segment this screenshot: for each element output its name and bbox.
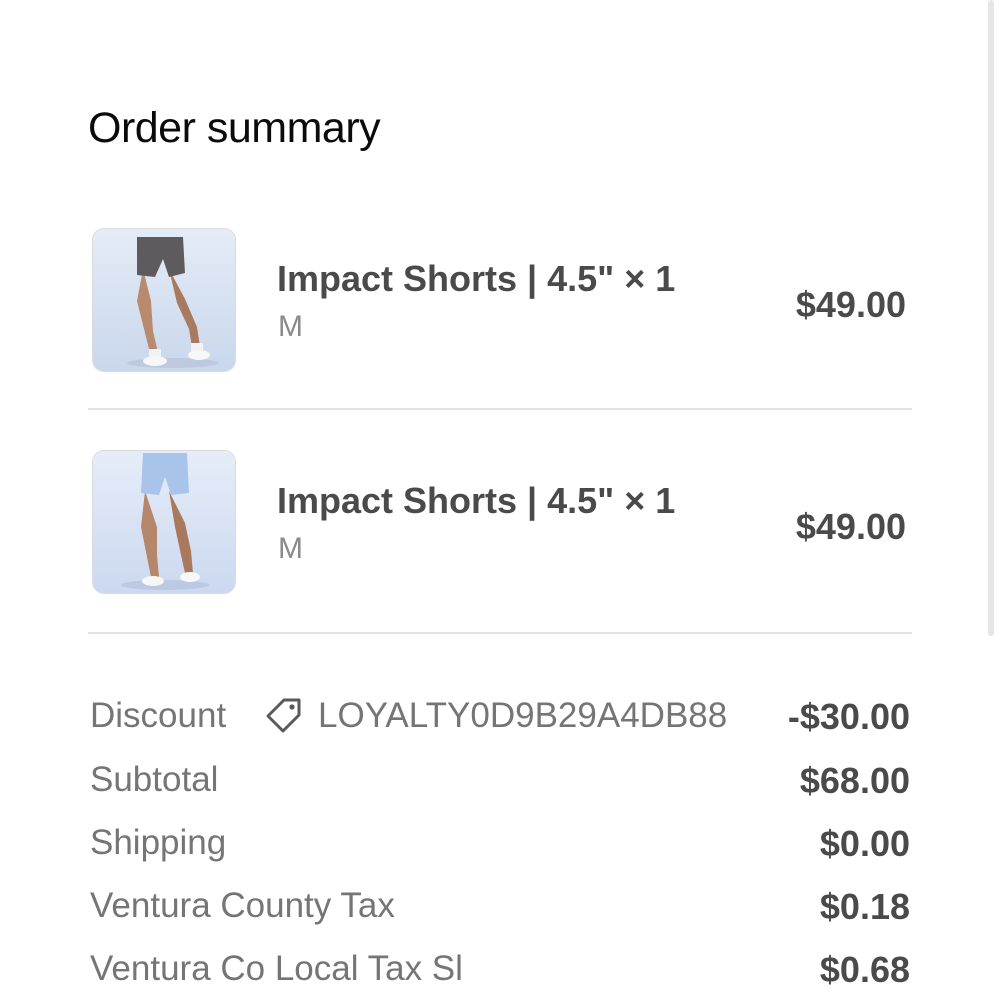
product-thumbnail	[92, 228, 236, 372]
page-title: Order summary	[88, 104, 381, 152]
line-item: Impact Shorts | 4.5" × 1 M $49.00	[88, 448, 912, 598]
discount-row: Discount LOYALTY0D9B29A4DB88 -$30.00	[90, 696, 910, 746]
discount-label: Discount	[90, 696, 227, 735]
item-variant: M	[278, 532, 303, 565]
county-tax-label: Ventura County Tax	[90, 886, 395, 925]
item-name: Impact Shorts | 4.5" × 1	[277, 258, 676, 299]
divider	[88, 408, 912, 410]
discount-code-text: LOYALTY0D9B29A4DB88	[318, 696, 728, 735]
item-price: $49.00	[795, 284, 906, 325]
shipping-value: $0.00	[819, 823, 910, 864]
local-tax-row: Ventura Co Local Tax Sl $0.68	[90, 949, 910, 999]
line-item: Impact Shorts | 4.5" × 1 M $49.00	[88, 226, 912, 376]
shipping-label: Shipping	[90, 823, 227, 862]
shipping-row: Shipping $0.00	[90, 823, 910, 873]
subtotal-value: $68.00	[799, 760, 910, 801]
tag-icon	[266, 698, 301, 733]
subtotal-label: Subtotal	[90, 760, 219, 799]
subtotal-row: Subtotal $68.00	[90, 760, 910, 810]
item-name: Impact Shorts | 4.5" × 1	[277, 480, 676, 521]
discount-code: LOYALTY0D9B29A4DB88	[264, 696, 727, 736]
discount-value: -$30.00	[787, 696, 910, 737]
county-tax-row: Ventura County Tax $0.18	[90, 886, 910, 936]
local-tax-value: $0.68	[819, 949, 910, 990]
product-thumbnail	[92, 450, 236, 594]
item-price: $49.00	[795, 506, 906, 547]
local-tax-label: Ventura Co Local Tax Sl	[90, 949, 463, 988]
divider	[88, 632, 912, 634]
item-variant: M	[278, 310, 303, 343]
county-tax-value: $0.18	[819, 886, 910, 927]
scrollbar[interactable]	[988, 0, 994, 636]
